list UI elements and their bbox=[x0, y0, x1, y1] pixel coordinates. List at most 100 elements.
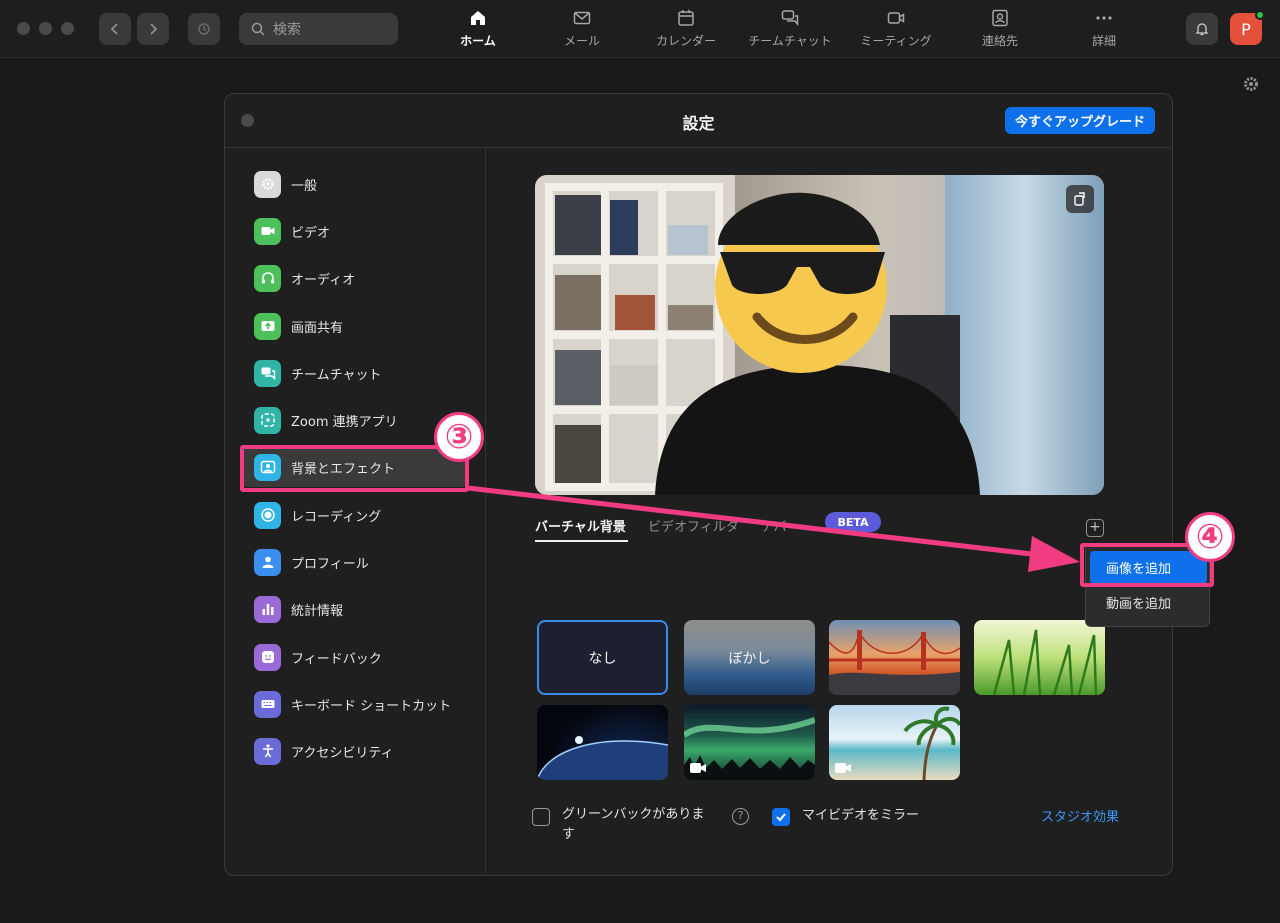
studio-effects-link[interactable]: スタジオ効果 bbox=[1041, 806, 1119, 825]
window-minimize-button[interactable] bbox=[39, 22, 52, 35]
tab-contacts-label: 連絡先 bbox=[981, 34, 1018, 48]
background-earth[interactable] bbox=[537, 705, 668, 780]
background-blur-label: ぼかし bbox=[728, 650, 771, 667]
sidebar-item-label: レコーディング bbox=[291, 509, 382, 525]
earth-image bbox=[537, 736, 668, 780]
sidebar-item-label: 一般 bbox=[291, 178, 318, 194]
sidebar-item-audio[interactable]: オーディオ bbox=[242, 258, 467, 298]
sidebar-item-label: Zoom 連携アプリ bbox=[291, 414, 398, 430]
tab-team-chat-label: チームチャット bbox=[748, 34, 832, 48]
tab-meetings-label: ミーティング bbox=[860, 34, 932, 48]
tab-virtual-background[interactable]: バーチャル背景 bbox=[535, 516, 626, 535]
step4-badge: ④ bbox=[1185, 512, 1235, 562]
chevron-left-icon bbox=[110, 23, 118, 35]
history-button[interactable] bbox=[188, 13, 220, 45]
chevron-right-icon bbox=[150, 23, 158, 35]
sidebar-item-team-chat[interactable]: チームチャット bbox=[242, 353, 467, 393]
mail-icon bbox=[573, 11, 591, 25]
background-beach[interactable] bbox=[829, 705, 960, 780]
upgrade-button[interactable]: 今すぐアップグレード bbox=[1005, 107, 1155, 134]
sidebar-item-feedback[interactable]: フィードバック bbox=[242, 637, 467, 677]
stats-icon bbox=[254, 595, 281, 623]
step3-highlight bbox=[240, 445, 469, 492]
rotate-icon bbox=[1074, 192, 1085, 206]
mirror-video-checkbox[interactable] bbox=[772, 808, 790, 826]
video-icon bbox=[690, 763, 706, 773]
background-golden-gate[interactable] bbox=[829, 620, 960, 695]
tab-calendar-label: カレンダー bbox=[655, 34, 716, 48]
sidebar-item-profile[interactable]: プロフィール bbox=[242, 542, 467, 582]
sidebar-item-screen-share[interactable]: 画面共有 bbox=[242, 306, 467, 346]
sidebar-item-label: 統計情報 bbox=[291, 603, 344, 619]
background-options: グリーンバックがあります ? マイビデオをミラー スタジオ効果 bbox=[532, 806, 1132, 858]
grass-image bbox=[992, 629, 1098, 695]
beta-badge: BETA bbox=[825, 512, 881, 532]
presence-dot bbox=[1255, 10, 1265, 20]
sidebar-item-label: アクセシビリティ bbox=[291, 745, 394, 761]
sidebar-item-label: チームチャット bbox=[291, 367, 382, 383]
share-screen-icon bbox=[254, 312, 281, 340]
settings-content: バーチャル背景 ビデオフィルタ アバ BETA なし ぼかし グリーンバックがあ… bbox=[487, 148, 1172, 875]
sidebar-item-general[interactable]: 一般 bbox=[242, 164, 467, 204]
tab-mail-label: メール bbox=[563, 34, 600, 48]
gear-icon[interactable] bbox=[1242, 75, 1260, 93]
sidebar-item-label: 画面共有 bbox=[291, 320, 344, 336]
feedback-icon bbox=[254, 643, 281, 671]
sidebar-item-recording[interactable]: レコーディング bbox=[242, 495, 467, 535]
background-none[interactable]: なし bbox=[537, 620, 668, 695]
step3-badge: ③ bbox=[434, 412, 484, 462]
chat-icon bbox=[781, 10, 799, 27]
keyboard-icon bbox=[254, 690, 281, 718]
green-screen-checkbox[interactable] bbox=[532, 808, 550, 826]
checkmark-icon bbox=[776, 813, 786, 822]
camera-preview bbox=[535, 175, 1104, 495]
more-icon bbox=[1096, 16, 1112, 20]
sidebar-item-label: フィードバック bbox=[291, 651, 382, 667]
add-background-button[interactable]: + bbox=[1086, 519, 1104, 537]
sidebar-item-video[interactable]: ビデオ bbox=[242, 211, 467, 251]
tab-more[interactable]: 詳細 bbox=[1054, 8, 1154, 54]
window-zoom-button[interactable] bbox=[61, 22, 74, 35]
sidebar-item-accessibility[interactable]: アクセシビリティ bbox=[242, 731, 467, 771]
help-icon[interactable]: ? bbox=[732, 808, 749, 825]
tab-mail[interactable]: メール bbox=[532, 8, 632, 54]
tab-calendar[interactable]: カレンダー bbox=[636, 8, 736, 54]
rotate-camera-button[interactable] bbox=[1066, 185, 1094, 213]
contacts-icon bbox=[992, 9, 1008, 27]
tab-contacts[interactable]: 連絡先 bbox=[950, 8, 1050, 54]
tab-team-chat[interactable]: チームチャット bbox=[740, 8, 840, 54]
back-button[interactable] bbox=[99, 13, 131, 45]
avatar-initial: P bbox=[1241, 19, 1251, 39]
chat-icon bbox=[254, 359, 281, 387]
golden-gate-image bbox=[829, 629, 960, 695]
sidebar-item-keyboard-shortcuts[interactable]: キーボード ショートカット bbox=[242, 684, 467, 724]
search-placeholder: 検索 bbox=[273, 22, 301, 38]
mirror-video-label: マイビデオをミラー bbox=[802, 808, 920, 823]
window-close-button[interactable] bbox=[17, 22, 30, 35]
headphones-icon bbox=[254, 264, 281, 292]
gear-icon bbox=[254, 170, 281, 198]
video-icon bbox=[254, 217, 281, 245]
sidebar-item-label: ビデオ bbox=[291, 225, 331, 241]
add-video-menu-item[interactable]: 動画を追加 bbox=[1090, 586, 1207, 619]
avatar[interactable]: P bbox=[1230, 10, 1265, 45]
settings-sidebar: 一般 ビデオ オーディオ 画面共有 チームチャット Zoom 連携アプリ 背景と… bbox=[225, 148, 486, 875]
sidebar-item-statistics[interactable]: 統計情報 bbox=[242, 589, 467, 629]
video-icon bbox=[835, 763, 851, 773]
tab-meetings[interactable]: ミーティング bbox=[846, 8, 946, 54]
tab-home[interactable]: ホーム bbox=[428, 8, 528, 54]
bell-icon bbox=[1195, 23, 1209, 36]
notifications-button[interactable] bbox=[1186, 13, 1218, 45]
tab-more-label: 詳細 bbox=[1091, 34, 1116, 48]
search-icon bbox=[251, 22, 265, 36]
search-input[interactable]: 検索 bbox=[239, 13, 398, 45]
apps-icon bbox=[254, 406, 281, 434]
background-aurora[interactable] bbox=[684, 705, 815, 780]
background-grass[interactable] bbox=[974, 620, 1105, 695]
tab-video-filter[interactable]: ビデオフィルタ bbox=[648, 516, 739, 535]
background-tabs: バーチャル背景 ビデオフィルタ アバ BETA bbox=[535, 512, 1135, 544]
profile-icon bbox=[254, 548, 281, 576]
forward-button[interactable] bbox=[137, 13, 169, 45]
background-blur[interactable]: ぼかし bbox=[684, 620, 815, 695]
tab-avatar[interactable]: アバ bbox=[761, 516, 786, 535]
